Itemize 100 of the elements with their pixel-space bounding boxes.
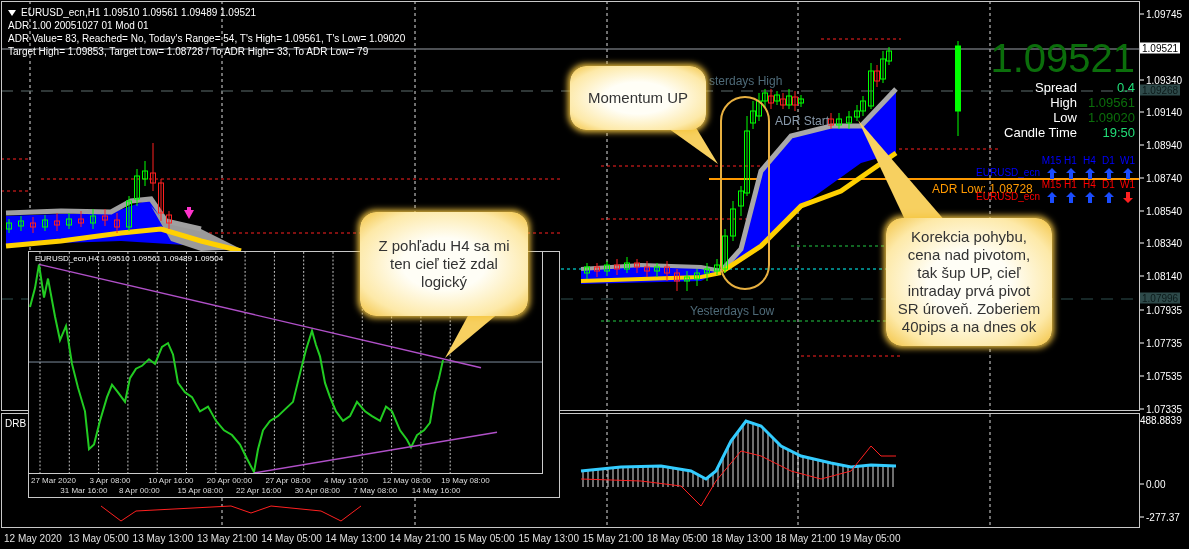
candlestick [624,256,630,274]
time-axis-label: 18 May 13:00 [711,533,773,544]
date-axis-label: 15 Apr 08:00 [177,485,224,496]
candlestick [614,258,620,276]
symbol-label: EURUSD_ecn [976,167,1040,179]
dropdown-caret-icon[interactable] [8,9,16,16]
callout-bubble: Z pohľadu H4 sa mi ten cieľ tiež zdal logický [360,212,528,316]
date-axis-label: 10 Apr 16:00 [148,475,195,486]
date-axis-label: 4 May 16:00 [323,475,369,486]
stat-value: 19:50 [1101,125,1135,140]
price-tick-label: 1.08740 [1146,172,1183,184]
price-tick-label: 1.08140 [1146,270,1183,282]
candlestick [158,178,164,222]
date-axis-label: 3 Apr 08:00 [89,475,132,486]
candlestick [684,270,690,292]
timeframe-label: M15 [1041,155,1062,167]
price-tick-label: 1.09745 [1146,8,1183,20]
candlestick [604,260,610,277]
date-axis-label: 20 Apr 00:00 [206,475,254,486]
time-axis-label: 13 May 13:00 [132,533,195,544]
current-price: 1.09521 [990,38,1135,78]
candlestick [30,216,36,234]
date-axis-label: 31 Mar 16:00 [60,485,109,496]
candlestick [114,212,120,234]
indicator-scale-label: 0.00 [1146,478,1166,490]
price-tick-label: 1.07535 [1146,370,1183,382]
price-tick-label: 1.08940 [1146,139,1183,151]
date-axis-label: 8 Apr 00:00 [118,485,161,496]
candlestick [722,228,728,274]
price-tick-label: 1.07335 [1146,403,1183,415]
price-tick-label: 1.09340 [1146,74,1183,86]
indicator-info-text: ADR Value= 83, Reached= No, Today's Range= 54, T's High= 1.09561, T's Low= 1.09020 [8,32,406,45]
price-tick-label: 1.07935 [1146,304,1183,316]
time-axis-label: 14 May 13:00 [325,533,388,544]
timeframe-label: W1 [1120,179,1135,191]
indicator-info-text: Target High= 1.09853, Target Low= 1.08728 / To ADR High= 33, To ADR Low= 79 [8,45,370,58]
indicator-name: DRB [5,418,27,429]
stat-label: Candle Time [1004,125,1077,140]
chart-level-label: sterdays High [709,74,783,88]
candlestick [102,208,108,227]
candlestick [126,195,132,232]
price-tick-label: 1.08340 [1146,237,1183,249]
candlestick [730,200,736,242]
candlestick [674,268,680,292]
callout-bubble: Korekcia pohybu, cena nad pivotom, tak šup UP, cieľ intraday prvá pivot SR úroveň. Zoberiem 40pips a na dnes ok [886,218,1052,346]
candlestick [584,262,590,280]
time-axis-label: 14 May 05:00 [261,533,323,544]
price-tick-label: 1.08540 [1146,205,1183,217]
callout-bubble: Momentum UP [570,66,706,130]
candlestick [78,210,84,228]
timeframe-label: M15 [1041,179,1062,191]
candlestick [634,258,640,274]
candlestick [594,262,600,278]
candlestick [18,215,24,232]
time-axis-label: 15 May 13:00 [518,533,580,544]
timeframe-label: D1 [1102,155,1115,167]
chart-level-label: Yesterdays Low [690,304,775,318]
candlestick [664,260,670,282]
date-axis-label: 27 Mar 2020 [31,475,77,486]
candlestick [66,212,72,230]
time-axis-label: 19 May 05:00 [839,533,902,544]
date-axis-label: 27 Apr 08:00 [265,475,312,486]
candlestick [828,112,834,130]
stat-value: 1.09561 [1087,95,1135,110]
date-axis-label: 14 May 16:00 [411,485,462,496]
candlestick [134,168,140,207]
indicator-scale-label: -277.37 [1146,511,1180,523]
indicator-info-text: ADR 1.00 20051027 01 Mod 01 [8,19,150,32]
time-axis-label: 15 May 21:00 [582,533,645,544]
candlestick [90,208,96,230]
candlestick [836,112,842,130]
time-axis-label: 14 May 21:00 [389,533,452,544]
stat-label: High [1049,95,1077,110]
candlestick [846,110,852,130]
time-axis-label: 12 May 2020 [4,533,63,544]
time-axis-label: 18 May 05:00 [646,533,709,544]
date-axis-label: 22 Apr 16:00 [236,485,283,496]
timeframe-label: H1 [1064,155,1077,167]
candlestick [150,142,156,192]
candlestick [644,260,650,278]
price-tick-label: 1.09140 [1146,106,1183,118]
stat-label: Spread [1034,80,1077,95]
candlestick [654,262,660,278]
time-axis-label: 13 May 05:00 [68,533,130,544]
chart-symbol-title: EURUSD_ecn,H1 1.09510 1.09561 1.09489 1.09521 [21,6,257,19]
timeframe-label: W1 [1120,155,1135,167]
date-axis-label: 19 May 08:00 [441,475,491,486]
time-axis-label: 15 May 05:00 [454,533,516,544]
date-axis-label: 7 May 08:00 [353,485,399,496]
signal-arrow-icon [184,207,194,219]
candlestick [142,160,148,187]
date-axis-label: 12 May 08:00 [382,475,433,486]
time-axis-label: 18 May 21:00 [775,533,838,544]
indicator-scale-label: 488.8839 [1140,414,1182,426]
timeframe-label: H4 [1083,179,1096,191]
candlestick [42,214,48,232]
bid-price-marker: 1.09521 [1140,42,1181,54]
candlestick [704,262,710,282]
inset-chart-title: EURUSD_ecn,H4 1.09510 1.09561 1.09489 1.09504 [35,254,224,263]
price-tick-label: 1.07735 [1146,337,1183,349]
